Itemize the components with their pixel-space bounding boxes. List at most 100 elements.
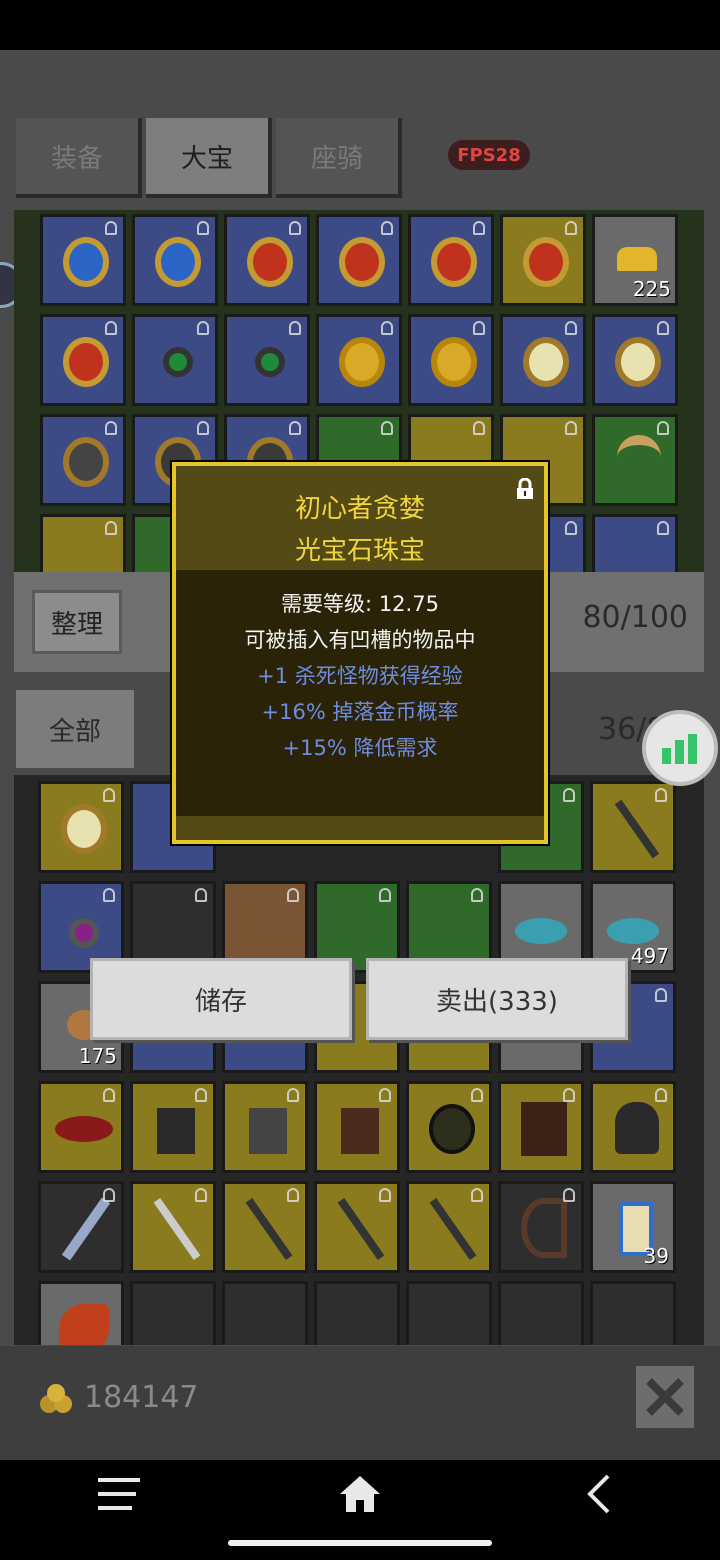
bag-slot[interactable] [590, 1081, 676, 1173]
lock-icon [655, 1088, 667, 1102]
jewelry-slot[interactable] [132, 214, 218, 306]
bag-slot[interactable] [222, 1181, 308, 1273]
lock-icon [197, 321, 209, 335]
fish-icon [515, 918, 567, 944]
lock-icon [655, 988, 667, 1002]
item-name-line1: 初心者贪婪 [294, 494, 425, 524]
amulet-icon [69, 918, 99, 948]
home-icon[interactable] [338, 1472, 382, 1516]
fish-icon [607, 918, 659, 944]
jewelry-slot[interactable] [132, 314, 218, 406]
bag-slot[interactable] [314, 1281, 400, 1345]
tooltip-footer [176, 816, 544, 840]
jewelry-slot[interactable] [592, 514, 678, 572]
bag-grid: 497 175 39 [14, 775, 704, 1345]
ring-icon [339, 337, 385, 387]
jewel-icon [63, 437, 109, 487]
bar-chart-icon [662, 734, 697, 764]
lock-icon [655, 788, 667, 802]
bag-slot[interactable] [38, 1281, 124, 1345]
bag-slot[interactable] [38, 781, 124, 873]
bag-slot[interactable] [130, 1181, 216, 1273]
close-button[interactable] [636, 1366, 694, 1428]
bag-slot[interactable] [130, 1281, 216, 1345]
lock-icon[interactable] [516, 478, 534, 500]
bag-slot[interactable] [222, 1281, 308, 1345]
jewelry-slot[interactable] [316, 314, 402, 406]
bag-slot[interactable] [590, 1281, 676, 1345]
item-count: 175 [78, 1044, 117, 1068]
lock-icon [287, 888, 299, 902]
bag-slot[interactable] [498, 1281, 584, 1345]
jewelry-slot[interactable] [40, 314, 126, 406]
jewelry-slot[interactable] [500, 314, 586, 406]
bag-slot[interactable] [314, 1081, 400, 1173]
jewelry-slot[interactable] [316, 214, 402, 306]
tab-equipment[interactable]: 装备 [16, 118, 142, 198]
stats-float-button[interactable] [642, 710, 718, 786]
shield-icon [429, 1104, 475, 1154]
bag-slot[interactable] [590, 781, 676, 873]
bag-slot[interactable] [498, 1181, 584, 1273]
lock-icon [103, 1188, 115, 1202]
ring-icon [523, 237, 569, 287]
bag-slot[interactable] [38, 1081, 124, 1173]
jewelry-slot[interactable] [40, 514, 126, 572]
lock-icon [197, 221, 209, 235]
sell-button[interactable]: 卖出(333) [366, 958, 628, 1040]
store-button[interactable]: 储存 [90, 958, 352, 1040]
lock-icon [379, 1088, 391, 1102]
bag-slot[interactable] [406, 1181, 492, 1273]
bag-slot[interactable] [38, 1181, 124, 1273]
lock-icon [565, 221, 577, 235]
gold-ore-icon [617, 247, 657, 271]
jewel-icon [61, 804, 107, 854]
inventory-capacity: 80/100 [582, 600, 688, 635]
ring-icon [63, 237, 109, 287]
fps-badge: FPS28 [448, 140, 530, 170]
stat-line: +16% 掉落金币概率 [261, 700, 459, 724]
amulet-icon [163, 347, 193, 377]
lock-icon [381, 321, 393, 335]
sort-button[interactable]: 整理 [32, 590, 122, 654]
gloves-icon [341, 1108, 379, 1154]
bag-slot[interactable] [314, 1181, 400, 1273]
lock-icon [105, 421, 117, 435]
bag-slot[interactable] [222, 1081, 308, 1173]
amulet-icon [255, 347, 285, 377]
jewelry-slot[interactable] [40, 414, 126, 506]
jewelry-slot[interactable]: 225 [592, 214, 678, 306]
home-indicator[interactable] [228, 1540, 492, 1546]
status-bar [0, 0, 720, 50]
jewelry-slot[interactable] [408, 214, 494, 306]
item-count: 497 [630, 944, 669, 968]
bag-slot[interactable] [498, 1081, 584, 1173]
jewelry-slot[interactable] [40, 214, 126, 306]
bag-slot[interactable]: 39 [590, 1181, 676, 1273]
bag-slot[interactable] [406, 1281, 492, 1345]
jewelry-slot[interactable] [592, 414, 678, 506]
jewelry-slot[interactable] [408, 314, 494, 406]
lock-icon [105, 321, 117, 335]
jewelry-slot[interactable] [224, 214, 310, 306]
bag-slot[interactable] [130, 1081, 216, 1173]
jewelry-slot[interactable] [224, 314, 310, 406]
back-icon[interactable] [584, 1472, 614, 1516]
helmet-icon [615, 1102, 659, 1154]
menu-icon[interactable] [96, 1474, 142, 1514]
bag-slot[interactable] [406, 1081, 492, 1173]
lock-icon [195, 1188, 207, 1202]
tab-mount[interactable]: 座骑 [276, 118, 402, 198]
lock-icon [195, 888, 207, 902]
lock-icon [565, 321, 577, 335]
stat-line: +1 杀死怪物获得经验 [257, 664, 463, 688]
tab-jewelry[interactable]: 大宝 [146, 118, 272, 198]
gloves-icon [249, 1108, 287, 1154]
filter-all-button[interactable]: 全部 [16, 690, 134, 768]
jewelry-slot[interactable] [592, 314, 678, 406]
jewelry-slot[interactable] [500, 214, 586, 306]
ring-icon [247, 237, 293, 287]
lock-icon [563, 1188, 575, 1202]
lock-icon [105, 221, 117, 235]
close-icon [646, 1378, 684, 1416]
